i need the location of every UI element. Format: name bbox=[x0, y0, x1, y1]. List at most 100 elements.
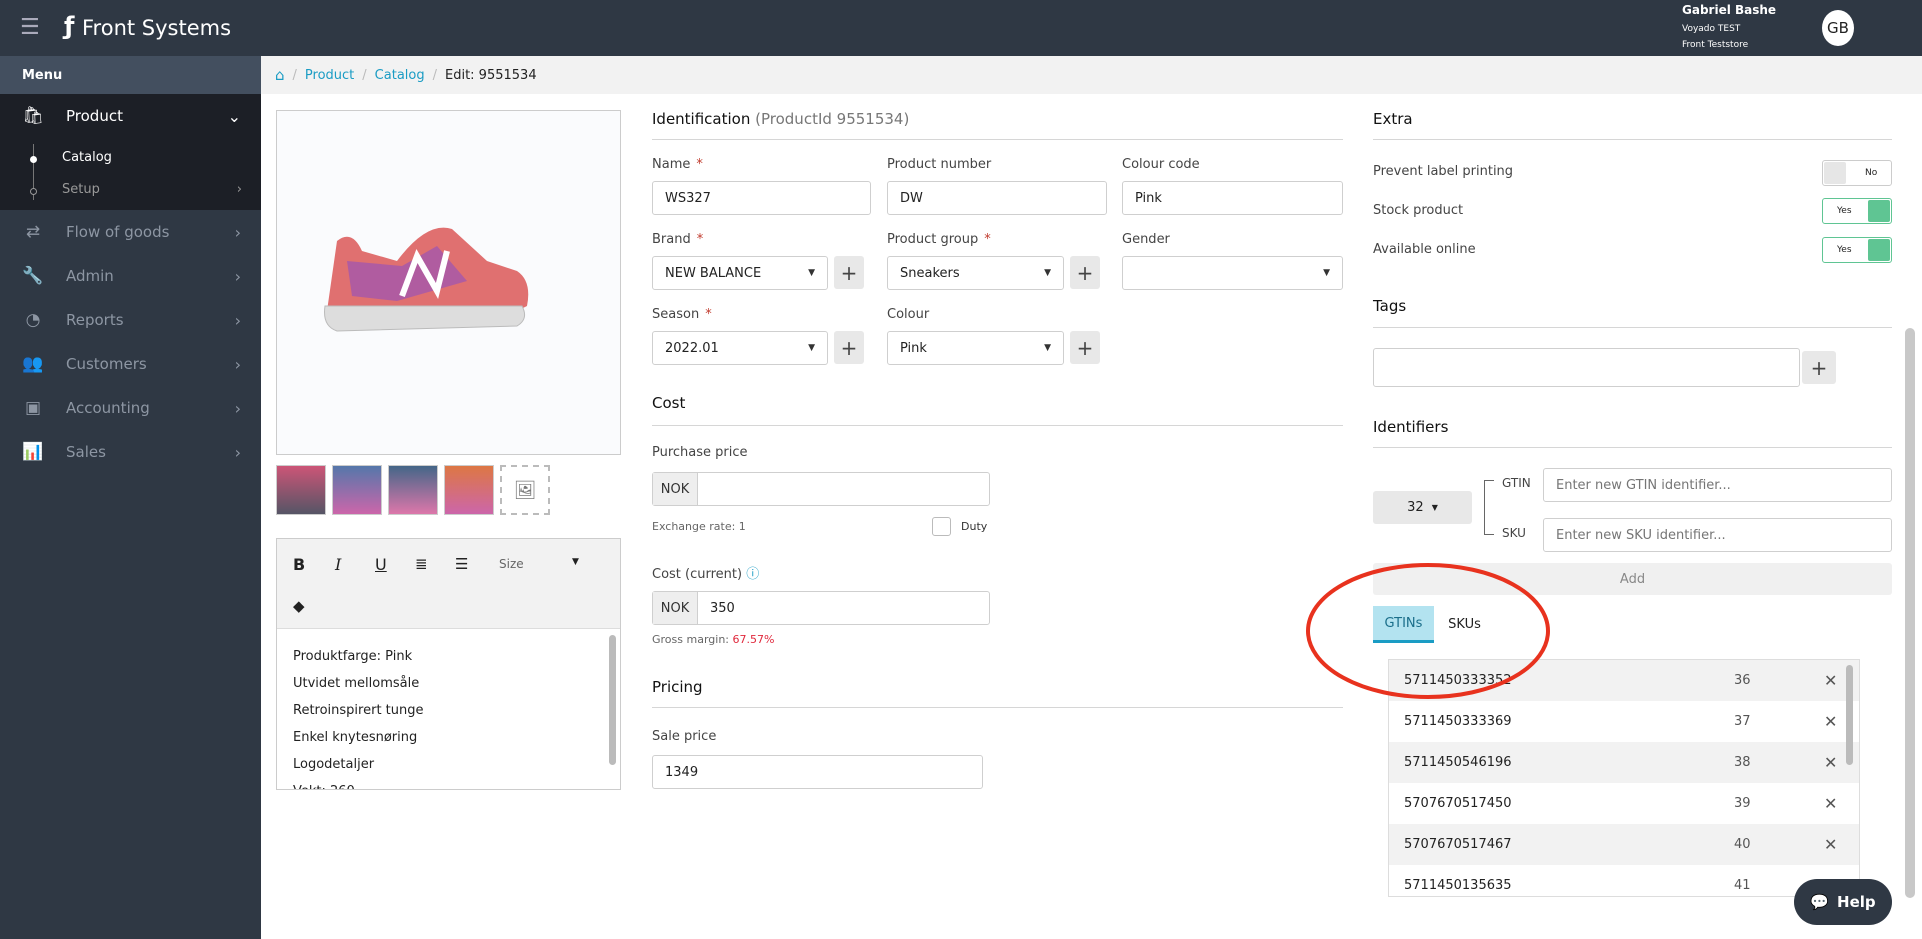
eraser-icon[interactable]: ◆ bbox=[293, 597, 305, 615]
caret-down-icon: ▼ bbox=[1323, 268, 1330, 278]
tags-input[interactable] bbox=[1373, 348, 1800, 387]
add-tag-button[interactable]: + bbox=[1802, 351, 1836, 384]
chat-icon: 💬 bbox=[1810, 893, 1830, 911]
sidebar-item-setup[interactable]: Setup › bbox=[62, 182, 242, 197]
available-online-toggle[interactable]: Yes bbox=[1822, 237, 1892, 263]
sidebar-item-customers[interactable]: 👥 Customers › bbox=[0, 342, 261, 386]
thumbnail[interactable] bbox=[332, 465, 382, 515]
breadcrumb-current: Edit: 9551534 bbox=[445, 67, 537, 83]
sku-input[interactable] bbox=[1543, 518, 1892, 552]
underline-button[interactable]: U bbox=[375, 555, 387, 574]
brand-select[interactable]: NEW BALANCE ▼ bbox=[652, 256, 828, 290]
sidebar-item-sales[interactable]: 📊 Sales › bbox=[0, 430, 261, 474]
sidebar-item-accounting[interactable]: ▣ Accounting › bbox=[0, 386, 261, 430]
wrench-icon: 🔧 bbox=[22, 266, 44, 286]
product-image[interactable] bbox=[276, 110, 621, 455]
cost-current-input[interactable]: NOK 350 bbox=[652, 591, 990, 625]
sidebar-item-admin[interactable]: 🔧 Admin › bbox=[0, 254, 261, 298]
home-icon[interactable]: ⌂ bbox=[275, 66, 285, 84]
sidebar-item-flow-of-goods[interactable]: ⇄ Flow of goods › bbox=[0, 210, 261, 254]
gtin-row: 5707670517450 39 ✕ bbox=[1389, 783, 1859, 824]
hamburger-menu-icon[interactable]: ☰ bbox=[20, 15, 40, 40]
sidebar-item-catalog[interactable]: Catalog bbox=[62, 150, 112, 165]
colour-select[interactable]: Pink ▼ bbox=[887, 331, 1064, 365]
logo-icon: ƒ bbox=[64, 12, 75, 40]
gtin-value: 5707670517467 bbox=[1404, 837, 1512, 852]
help-button[interactable]: 💬 Help bbox=[1794, 879, 1892, 925]
colour-code-label: Colour code bbox=[1122, 157, 1200, 172]
shopping-bag-icon: 🛍 bbox=[22, 106, 44, 126]
product-number-label: Product number bbox=[887, 157, 992, 172]
size-dropdown[interactable]: 32 ▼ bbox=[1373, 491, 1472, 524]
prevent-label-printing-toggle[interactable]: No bbox=[1822, 160, 1892, 186]
thumbnail-strip: 🖼 bbox=[276, 465, 550, 515]
active-dot-icon bbox=[30, 156, 37, 163]
sidebar: Menu 🛍 Product ⌄ Catalog Setup › ⇄ Flow of g… bbox=[0, 56, 261, 939]
chevron-right-icon: › bbox=[234, 442, 241, 462]
remove-icon[interactable]: ✕ bbox=[1824, 712, 1837, 731]
chevron-right-icon: › bbox=[234, 222, 241, 242]
ordered-list-icon[interactable]: ≣ bbox=[415, 555, 428, 573]
season-select[interactable]: 2022.01 ▼ bbox=[652, 331, 828, 365]
gtin-row: 5707670517467 40 ✕ bbox=[1389, 824, 1859, 865]
sidebar-item-reports[interactable]: ◔ Reports › bbox=[0, 298, 261, 342]
breadcrumb-product[interactable]: Product bbox=[305, 68, 354, 83]
editor-content[interactable]: Produktfarge: Pink Utvidet mellomsåle Retr… bbox=[277, 629, 620, 789]
scrollbar[interactable] bbox=[1846, 665, 1853, 765]
bar-chart-icon: 📊 bbox=[22, 442, 44, 462]
thumbnail[interactable] bbox=[444, 465, 494, 515]
chevron-right-icon: › bbox=[234, 310, 241, 330]
bullet-list-icon[interactable]: ☰ bbox=[455, 555, 468, 573]
remove-icon[interactable]: ✕ bbox=[1824, 671, 1837, 690]
pie-chart-icon: ◔ bbox=[25, 310, 41, 330]
cost-current-label: Cost (current) ⓘ bbox=[652, 567, 760, 582]
size-select[interactable]: Size bbox=[499, 557, 524, 571]
thumbnail[interactable] bbox=[388, 465, 438, 515]
add-image-icon[interactable]: 🖼 bbox=[500, 465, 550, 515]
sku-label: SKU bbox=[1502, 526, 1526, 540]
size-value: 39 bbox=[1734, 796, 1751, 811]
brand-label: Brand * bbox=[652, 232, 704, 247]
user-name: Gabriel Bashe bbox=[1682, 3, 1777, 17]
caret-down-icon: ▼ bbox=[1431, 503, 1438, 512]
product-number-input[interactable]: DW bbox=[887, 181, 1107, 215]
gtin-input[interactable] bbox=[1543, 468, 1892, 502]
chevron-right-icon: › bbox=[234, 354, 241, 374]
italic-button[interactable]: I bbox=[335, 555, 341, 574]
users-icon: 👥 bbox=[22, 354, 44, 374]
size-value: 36 bbox=[1734, 673, 1751, 688]
add-brand-button[interactable]: + bbox=[834, 256, 864, 289]
product-group-select[interactable]: Sneakers ▼ bbox=[887, 256, 1064, 290]
breadcrumb-catalog[interactable]: Catalog bbox=[375, 68, 425, 83]
colour-code-input[interactable]: Pink bbox=[1122, 181, 1343, 215]
caret-down-icon[interactable]: ▼ bbox=[572, 557, 579, 567]
add-season-button[interactable]: + bbox=[834, 331, 864, 364]
size-value: 38 bbox=[1734, 755, 1751, 770]
remove-icon[interactable]: ✕ bbox=[1824, 835, 1837, 854]
add-product-group-button[interactable]: + bbox=[1070, 256, 1100, 289]
top-bar: ☰ ƒ Front Systems Gabriel Bashe Voyado T… bbox=[0, 0, 1922, 56]
stock-product-toggle[interactable]: Yes bbox=[1822, 198, 1892, 224]
gtin-label: GTIN bbox=[1502, 476, 1531, 490]
name-input[interactable]: WS327 bbox=[652, 181, 871, 215]
scrollbar[interactable] bbox=[609, 635, 616, 765]
bold-button[interactable]: B bbox=[293, 555, 305, 574]
purchase-price-input[interactable]: NOK bbox=[652, 472, 990, 506]
pricing-title: Pricing bbox=[652, 678, 703, 696]
gtin-value: 5711450546196 bbox=[1404, 755, 1512, 770]
info-icon: ⓘ bbox=[746, 567, 760, 582]
sidebar-item-label: Product bbox=[66, 107, 123, 125]
avatar[interactable]: GB bbox=[1822, 10, 1854, 46]
gender-select[interactable]: ▼ bbox=[1122, 256, 1343, 290]
product-group-label: Product group * bbox=[887, 232, 991, 247]
remove-icon[interactable]: ✕ bbox=[1824, 753, 1837, 772]
store-name: Front Teststore bbox=[1682, 40, 1749, 50]
add-colour-button[interactable]: + bbox=[1070, 331, 1100, 364]
remove-icon[interactable]: ✕ bbox=[1824, 794, 1837, 813]
duty-checkbox[interactable] bbox=[932, 517, 951, 536]
page-scrollbar[interactable] bbox=[1905, 328, 1915, 898]
thumbnail[interactable] bbox=[276, 465, 326, 515]
identification-title: Identification (ProductId 9551534) bbox=[652, 110, 910, 128]
sale-price-input[interactable]: 1349 bbox=[652, 755, 983, 789]
sidebar-item-product[interactable]: 🛍 Product ⌄ bbox=[0, 94, 261, 138]
